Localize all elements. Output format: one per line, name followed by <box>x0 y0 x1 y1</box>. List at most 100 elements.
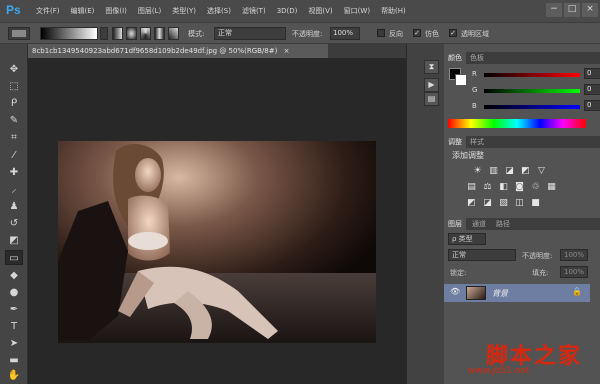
photo-image <box>58 141 376 343</box>
eraser-tool-icon[interactable]: ◩ <box>5 233 23 248</box>
actions-panel-icon[interactable]: ▶ <box>424 78 439 92</box>
tab-color[interactable]: 颜色 <box>444 52 466 64</box>
exposure-icon[interactable]: ◩ <box>520 166 531 177</box>
gradient-dropdown-icon[interactable] <box>100 27 108 40</box>
opacity-input[interactable]: 100% <box>330 27 360 40</box>
diamond-gradient-button[interactable] <box>168 27 179 40</box>
options-bar: 模式: 正常 不透明度: 100% 反向 ✓ 仿色 ✓ 透明区域 <box>0 22 600 44</box>
color-lookup-icon[interactable]: ▦ <box>546 182 557 193</box>
tab-styles[interactable]: 样式 <box>466 136 488 148</box>
fill-input[interactable]: 100% <box>560 266 588 278</box>
window-controls: − □ × <box>546 3 598 17</box>
radial-gradient-button[interactable] <box>126 27 137 40</box>
layer-thumbnail <box>466 286 486 300</box>
healing-brush-tool-icon[interactable]: ✚ <box>5 165 23 180</box>
eyedropper-tool-icon[interactable]: ⁄ <box>5 148 23 163</box>
tab-paths[interactable]: 路径 <box>492 218 514 230</box>
mode-select[interactable]: 正常 <box>214 27 286 40</box>
clone-stamp-tool-icon[interactable]: ♟ <box>5 199 23 214</box>
hue-saturation-icon[interactable]: ▤ <box>466 182 477 193</box>
menu-edit[interactable]: 编辑(E) <box>71 6 95 16</box>
document-image[interactable] <box>58 141 376 343</box>
invert-icon[interactable]: ◩ <box>466 198 477 209</box>
hand-tool-icon[interactable]: ✋ <box>5 368 23 383</box>
linear-gradient-button[interactable] <box>112 27 123 40</box>
dodge-tool-icon[interactable]: ● <box>5 285 23 300</box>
transparency-checkbox[interactable]: ✓ <box>449 29 457 37</box>
black-white-icon[interactable]: ◧ <box>498 182 509 193</box>
layer-opacity-label: 不透明度: <box>522 252 553 260</box>
visibility-eye-icon[interactable]: 👁 <box>450 287 460 296</box>
layer-filter-select[interactable]: ρ 类型 <box>448 233 486 245</box>
photoshop-logo: Ps <box>6 3 21 17</box>
tab-close-icon[interactable]: × <box>284 47 290 55</box>
gradient-picker[interactable] <box>40 27 98 40</box>
layer-opacity-input[interactable]: 100% <box>560 249 588 261</box>
channel-mixer-icon[interactable]: ♲ <box>530 182 541 193</box>
background-color-swatch[interactable] <box>455 74 467 86</box>
close-button[interactable]: × <box>582 3 598 17</box>
green-value[interactable]: 0 <box>584 84 600 95</box>
photo-filter-icon[interactable]: ◙ <box>514 182 525 193</box>
history-panel-icon[interactable]: ⧗ <box>424 60 439 74</box>
blur-tool-icon[interactable]: ◆ <box>5 268 23 283</box>
history-brush-tool-icon[interactable]: ↺ <box>5 216 23 231</box>
adjustments-panel-tabs: 调整 样式 <box>444 136 600 148</box>
brush-tool-icon[interactable]: ⸝ <box>5 182 23 197</box>
menu-select[interactable]: 选择(S) <box>207 6 231 16</box>
move-tool-icon[interactable]: ✥ <box>5 62 23 77</box>
tab-layers[interactable]: 图层 <box>444 218 466 230</box>
minimize-button[interactable]: − <box>546 3 562 17</box>
document-tab[interactable]: 8cb1cb1349540923abd671df9658d109b2de49df… <box>28 44 328 58</box>
posterize-icon[interactable]: ◪ <box>482 198 493 209</box>
brightness-icon[interactable]: ☀ <box>472 166 483 177</box>
marquee-tool-icon[interactable]: ⬚ <box>5 79 23 94</box>
blue-value[interactable]: 0 <box>584 100 600 111</box>
menu-filter[interactable]: 滤镜(T) <box>242 6 266 16</box>
adjustments-title: 添加调整 <box>452 151 484 160</box>
layer-row-background[interactable]: 👁 背景 🔒 <box>444 284 590 302</box>
menu-window[interactable]: 窗口(W) <box>344 6 370 16</box>
reflected-gradient-button[interactable] <box>154 27 165 40</box>
maximize-button[interactable]: □ <box>564 3 580 17</box>
menu-type[interactable]: 类型(Y) <box>172 6 196 16</box>
tab-channels[interactable]: 通道 <box>468 218 490 230</box>
fill-label: 填充: <box>532 269 549 277</box>
color-panel-tabs: 颜色 色板 <box>444 52 600 64</box>
angle-gradient-button[interactable] <box>140 27 151 40</box>
tool-preset-picker[interactable] <box>8 27 30 40</box>
layer-name[interactable]: 背景 <box>492 288 508 299</box>
vibrance-icon[interactable]: ▽ <box>536 166 547 177</box>
shape-tool-icon[interactable]: ▬ <box>5 353 23 368</box>
gradient-map-icon[interactable]: ■ <box>530 198 541 209</box>
tab-swatches[interactable]: 色板 <box>466 52 488 64</box>
gradient-tool-icon[interactable]: ▭ <box>5 250 23 265</box>
quick-select-tool-icon[interactable]: ✎ <box>5 113 23 128</box>
path-select-tool-icon[interactable]: ➤ <box>5 336 23 351</box>
right-panels: 颜色 色板 R 0 G 0 B 0 调整 样式 添加调整 ☀ ▥ ◪ ◩ ▽ ▤… <box>444 44 600 384</box>
lasso-tool-icon[interactable]: ᑭ <box>5 96 23 111</box>
type-tool-icon[interactable]: T <box>5 319 23 334</box>
color-spectrum-bar[interactable] <box>448 119 586 128</box>
document-tab-title: 8cb1cb1349540923abd671df9658d109b2de49df… <box>32 47 278 55</box>
reverse-checkbox[interactable] <box>377 29 385 37</box>
selective-color-icon[interactable]: ◫ <box>514 198 525 209</box>
threshold-icon[interactable]: ▧ <box>498 198 509 209</box>
properties-panel-icon[interactable]: ▤ <box>424 92 439 106</box>
crop-tool-icon[interactable]: ⌗ <box>5 130 23 145</box>
color-balance-icon[interactable]: ⚖ <box>482 182 493 193</box>
menu-view[interactable]: 视图(V) <box>308 6 332 16</box>
menu-image[interactable]: 图像(I) <box>105 6 127 16</box>
blend-mode-select[interactable]: 正常 <box>448 249 516 261</box>
curves-icon[interactable]: ◪ <box>504 166 515 177</box>
menu-help[interactable]: 帮助(H) <box>381 6 406 16</box>
menu-file[interactable]: 文件(F) <box>36 6 60 16</box>
levels-icon[interactable]: ▥ <box>488 166 499 177</box>
menu-layer[interactable]: 图层(L) <box>138 6 161 16</box>
menu-3d[interactable]: 3D(D) <box>277 7 298 15</box>
pen-tool-icon[interactable]: ✒ <box>5 302 23 317</box>
dither-checkbox[interactable]: ✓ <box>413 29 421 37</box>
dither-label: 仿色 <box>425 30 439 38</box>
red-value[interactable]: 0 <box>584 68 600 79</box>
tab-adjustments[interactable]: 调整 <box>444 136 466 148</box>
